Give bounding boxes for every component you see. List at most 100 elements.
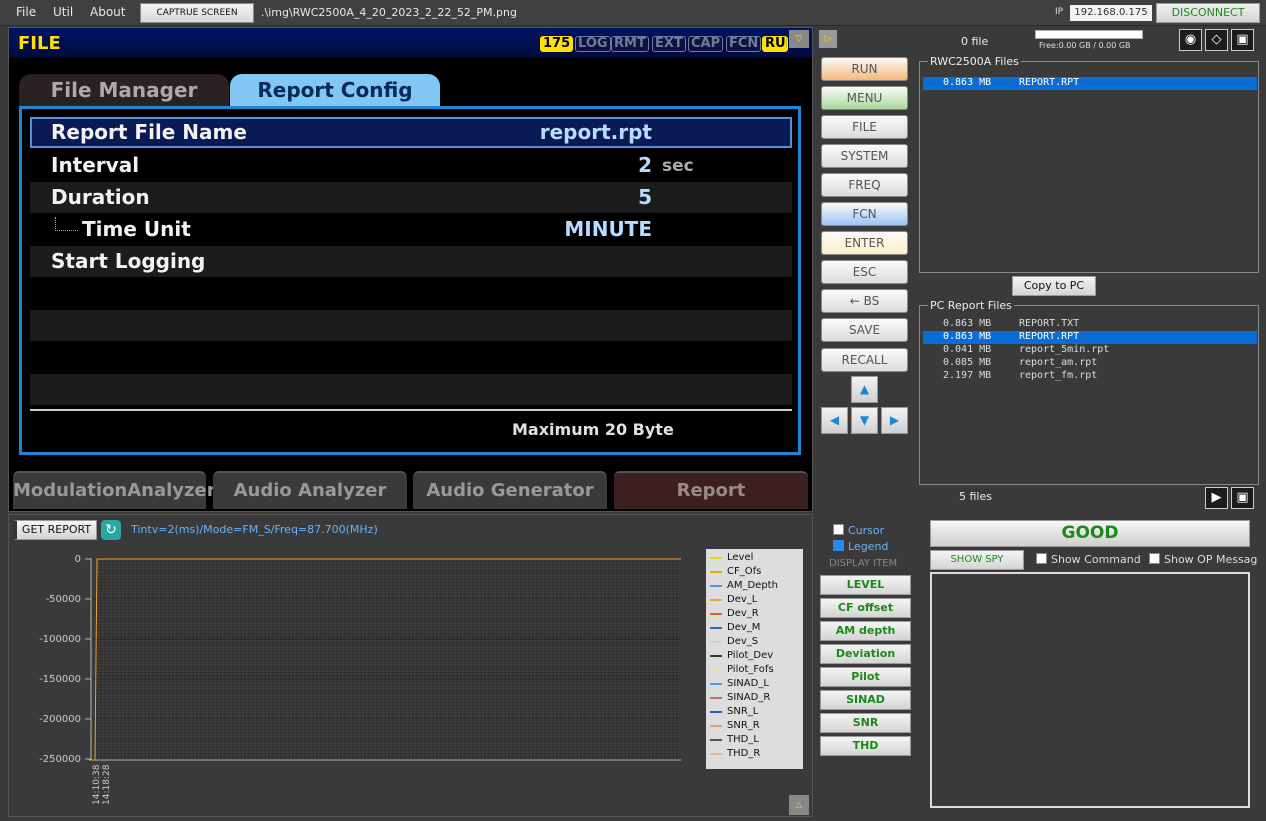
mode-audio-generator-button[interactable]: Audio Generator — [413, 471, 607, 509]
mode-report-button[interactable]: Report — [614, 471, 808, 509]
freq-button[interactable]: FREQ — [821, 173, 908, 197]
display-sinad-button[interactable]: SINAD — [820, 690, 911, 710]
report-chart[interactable]: 0 -50000 -100000 -150000 -200000 -250000 14:1… — [9, 545, 699, 815]
refresh-icon[interactable]: ↻ — [101, 520, 121, 540]
disk-icon[interactable]: ◉ — [1179, 29, 1202, 51]
display-deviation-button[interactable]: Deviation — [820, 644, 911, 664]
status-tag-cap: CAP — [688, 36, 724, 52]
legend-label: Pilot_Dev — [727, 650, 774, 661]
disconnect-button[interactable]: DISCONNECT — [1156, 3, 1260, 23]
arrow-right-icon[interactable]: ▶ — [881, 407, 908, 434]
legend-label: SNR_R — [727, 720, 760, 731]
file-name: REPORT.RPT — [1019, 77, 1080, 88]
mode-audio-analyzer-button[interactable]: Audio Analyzer — [213, 471, 407, 509]
display-level-button[interactable]: LEVEL — [820, 575, 911, 595]
fcn-button[interactable]: FCN — [821, 202, 908, 226]
file-row[interactable]: 0.041 MB report_5min.rpt — [923, 344, 1257, 357]
display-am-depth-button[interactable]: AM depth — [820, 621, 911, 641]
file-row[interactable]: 0.863 MB REPORT.TXT — [923, 318, 1257, 331]
show-command-checkbox[interactable]: Show Command — [1036, 553, 1141, 566]
legend-swatch — [710, 641, 722, 643]
backspace-button[interactable]: ← BS — [821, 289, 908, 313]
file-size: 0.863 MB — [943, 77, 992, 88]
report-config-panel: Report File Name report.rpt Interval 2 s… — [19, 106, 801, 455]
search-file-icon[interactable]: ▣ — [1231, 487, 1254, 509]
file-size: 0.041 MB — [943, 344, 992, 355]
y-tick-label: -250000 — [39, 754, 81, 765]
show-command-label: Show Command — [1051, 553, 1141, 566]
show-op-message-checkbox[interactable]: Show OP Messag — [1149, 553, 1262, 566]
config-row-report-file-name[interactable]: Report File Name report.rpt — [30, 117, 792, 148]
y-tick-label: 0 — [75, 554, 81, 565]
recall-button[interactable]: RECALL — [821, 348, 908, 372]
config-row-start-logging[interactable]: Start Logging — [30, 246, 792, 277]
device-file-count: 0 file — [961, 35, 989, 48]
legend-swatch — [710, 599, 722, 601]
disk-free-label: Free:0.00 GB / 0.00 GB — [1039, 41, 1131, 50]
run-button[interactable]: RUN — [821, 57, 908, 81]
file-row[interactable]: 2.197 MB report_fm.rpt — [923, 370, 1257, 383]
device-screen: FILE 175 LOG RMT EXT CAP FCN RUI ▽ File … — [8, 27, 813, 512]
display-pilot-button[interactable]: Pilot — [820, 667, 911, 687]
config-row-time-unit[interactable]: Time Unit MINUTE — [30, 214, 792, 245]
legend-label: SINAD_R — [727, 692, 771, 703]
app-window: File Util About CAPTRUE SCREEN .\img\RWC… — [0, 0, 1266, 821]
triangle-up-icon[interactable]: △ — [789, 795, 809, 815]
ip-label: IP — [1055, 7, 1064, 17]
system-button[interactable]: SYSTEM — [821, 144, 908, 168]
legend-label: Dev_L — [727, 594, 758, 605]
config-value: 5 — [638, 185, 652, 209]
save-button[interactable]: SAVE — [821, 318, 908, 342]
menu-file[interactable]: File — [16, 5, 36, 19]
legend-swatch — [710, 627, 722, 629]
report-chart-panel: GET REPORT ↻ Tintv=2(ms)/Mode=FM_S/Freq=… — [8, 514, 813, 817]
eraser-icon[interactable]: ◇ — [1205, 29, 1228, 51]
menu-button[interactable]: MENU — [821, 86, 908, 110]
file-button[interactable]: FILE — [821, 115, 908, 139]
file-row[interactable]: 0.863 MB REPORT.RPT — [923, 331, 1257, 344]
status-good-button[interactable]: GOOD — [930, 520, 1250, 547]
chart-legend: Level CF_Ofs AM_Depth Dev_L Dev_R Dev_M Dev_S P… — [706, 549, 803, 769]
config-label: Start Logging — [51, 249, 206, 273]
copy-to-pc-button[interactable]: Copy to PC — [1012, 276, 1096, 296]
play-report-icon[interactable]: ▶ — [1205, 487, 1228, 509]
legend-label: Dev_R — [727, 608, 759, 619]
file-row[interactable]: 0.863 MB REPORT.RPT — [923, 77, 1257, 90]
legend-label: SNR_L — [727, 706, 759, 717]
legend-swatch — [710, 571, 722, 573]
config-row-duration[interactable]: Duration 5 — [30, 182, 792, 213]
arrow-left-icon[interactable]: ◀ — [821, 407, 848, 434]
display-thd-button[interactable]: THD — [820, 736, 911, 756]
mode-modulation-analyzer-button[interactable]: ModulationAnalyzer — [13, 471, 216, 509]
spy-log-area[interactable] — [930, 572, 1250, 808]
display-cf-offset-button[interactable]: CF offset — [820, 598, 911, 618]
menu-util[interactable]: Util — [53, 5, 73, 19]
cursor-checkbox[interactable]: Cursor — [833, 524, 884, 537]
menu-about[interactable]: About — [90, 5, 125, 19]
enter-button[interactable]: ENTER — [821, 231, 908, 255]
legend-checkbox[interactable]: Legend — [833, 540, 888, 553]
config-row-interval[interactable]: Interval 2 sec — [30, 150, 792, 181]
get-report-button[interactable]: GET REPORT — [13, 520, 97, 540]
display-snr-button[interactable]: SNR — [820, 713, 911, 733]
ip-field[interactable]: 192.168.0.175 — [1070, 5, 1152, 21]
play-icon[interactable]: ▷ — [819, 30, 837, 48]
chevron-down-icon[interactable]: ▽ — [789, 30, 809, 48]
tree-connector — [55, 217, 78, 231]
device-files-group: RWC2500A Files 0.863 MB REPORT.RPT — [919, 55, 1259, 273]
arrow-down-icon[interactable]: ▼ — [851, 407, 878, 434]
capture-screen-button[interactable]: CAPTRUE SCREEN — [140, 3, 254, 23]
legend-swatch — [710, 753, 722, 755]
tab-report-config[interactable]: Report Config — [230, 74, 440, 107]
arrow-up-icon[interactable]: ▲ — [851, 376, 878, 403]
legend-swatch — [710, 683, 722, 685]
search-file-icon[interactable]: ▣ — [1231, 29, 1254, 51]
esc-button[interactable]: ESC — [821, 260, 908, 284]
show-spy-button[interactable]: SHOW SPY — [930, 550, 1024, 570]
tab-file-manager[interactable]: File Manager — [19, 74, 229, 107]
image-path: .\img\RWC2500A_4_20_2023_2_22_52_PM.png — [261, 6, 517, 19]
legend-swatch — [710, 655, 722, 657]
files-panel: 0 file Free:0.00 GB / 0.00 GB ◉ ◇ ▣ RWC2… — [917, 27, 1262, 512]
file-row[interactable]: 0.085 MB report_am.rpt — [923, 357, 1257, 370]
config-label: Interval — [51, 153, 140, 177]
